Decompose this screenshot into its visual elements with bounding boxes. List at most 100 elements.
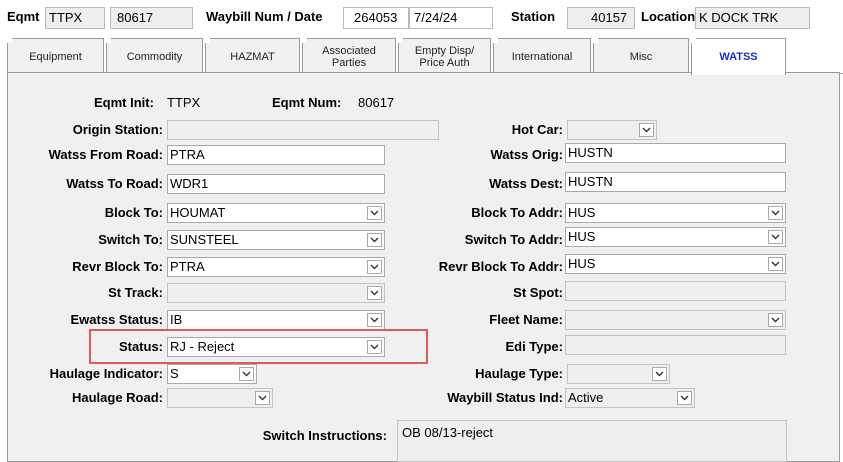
chevron-down-icon[interactable] — [639, 123, 654, 137]
fleet-name-select[interactable] — [565, 310, 786, 330]
waybill-status-ind-select[interactable]: Active — [565, 388, 695, 408]
edi-type-field[interactable] — [565, 335, 786, 355]
eqmt-label: Eqmt — [7, 9, 40, 24]
revr-block-to-addr-value: HUS — [568, 256, 596, 271]
watss-dest-label: Watss Dest: — [489, 176, 563, 191]
tab-empty-disp-price-auth[interactable]: Empty Disp/ Price Auth — [398, 38, 491, 74]
st-spot-label: St Spot: — [513, 285, 563, 300]
haulage-indicator-value: S — [170, 366, 179, 381]
tab-label: Equipment — [29, 50, 82, 63]
chevron-down-icon[interactable] — [367, 233, 382, 247]
tab-commodity[interactable]: Commodity — [106, 38, 203, 74]
block-to-addr-label: Block To Addr: — [471, 205, 563, 220]
block-to-label: Block To: — [104, 205, 163, 220]
tab-international[interactable]: International — [493, 38, 591, 74]
switch-to-select[interactable]: SUNSTEEL — [167, 230, 385, 250]
tab-label: Commodity — [126, 50, 183, 63]
tab-label: WATSS — [719, 51, 758, 63]
tab-label: Misc — [629, 50, 653, 63]
chevron-down-icon[interactable] — [367, 206, 382, 220]
waybill-label: Waybill Num / Date — [206, 9, 323, 24]
hot-car-label: Hot Car: — [511, 122, 563, 137]
chevron-down-icon[interactable] — [367, 340, 382, 354]
chevron-down-icon[interactable] — [652, 367, 667, 381]
tab-equipment[interactable]: Equipment — [7, 38, 104, 74]
revr-block-to-addr-select[interactable]: HUS — [565, 254, 786, 274]
tab-label-line2: Parties — [331, 56, 367, 69]
haulage-road-label: Haulage Road: — [71, 390, 163, 405]
hot-car-select[interactable] — [567, 120, 657, 140]
chevron-down-icon[interactable] — [768, 257, 783, 271]
fleet-name-label: Fleet Name: — [489, 312, 563, 327]
haulage-road-select[interactable] — [167, 388, 273, 408]
watss-to-road-field[interactable]: WDR1 — [167, 174, 385, 194]
tab-label-line2: Price Auth — [419, 56, 470, 69]
chevron-down-icon[interactable] — [677, 391, 692, 405]
status-label: Status: — [118, 339, 163, 354]
chevron-down-icon[interactable] — [239, 367, 254, 381]
waybill-status-ind-value: Active — [568, 390, 604, 405]
switch-to-label: Switch To: — [98, 232, 163, 247]
haulage-indicator-label: Haulage Indicator: — [49, 366, 163, 381]
eqmt-init-value: TTPX — [167, 95, 201, 110]
revr-block-to-label: Revr Block To: — [72, 259, 163, 274]
chevron-down-icon[interactable] — [768, 313, 783, 327]
switch-to-value: SUNSTEEL — [170, 232, 239, 247]
chevron-down-icon[interactable] — [255, 391, 270, 405]
tab-label: HAZMAT — [230, 50, 275, 63]
eqmt-init-header-field[interactable]: TTPX — [45, 7, 105, 29]
block-to-addr-select[interactable]: HUS — [565, 203, 786, 223]
tab-label-line1: Empty Disp/ — [414, 44, 475, 57]
eqmt-num-header-field[interactable]: 80617 — [110, 7, 193, 29]
tab-misc[interactable]: Misc — [593, 38, 689, 74]
watss-to-road-label: Watss To Road: — [66, 176, 163, 191]
station-label: Station — [511, 9, 556, 24]
switch-instructions-field[interactable]: OB 08/13-reject — [397, 420, 787, 462]
revr-block-to-addr-label: Revr Block To Addr: — [438, 259, 563, 274]
st-track-select[interactable] — [167, 283, 385, 303]
tab-label: International — [511, 50, 573, 63]
haulage-type-label: Haulage Type: — [475, 366, 563, 381]
eqmt-num-label: Eqmt Num: — [272, 95, 342, 110]
chevron-down-icon[interactable] — [367, 286, 382, 300]
waybill-date-field[interactable]: 7/24/24 — [409, 7, 493, 29]
location-label: Location — [641, 9, 696, 24]
revr-block-to-value: PTRA — [170, 259, 205, 274]
switch-to-addr-select[interactable]: HUS — [565, 227, 786, 247]
station-field[interactable]: 40157 — [567, 7, 635, 29]
watss-orig-label: Watss Orig: — [490, 147, 563, 162]
haulage-type-select[interactable] — [567, 364, 670, 384]
haulage-indicator-select[interactable]: S — [167, 364, 257, 384]
watss-from-road-field[interactable]: PTRA — [167, 145, 385, 165]
tab-hazmat[interactable]: HAZMAT — [205, 38, 300, 74]
tab-associated-parties[interactable]: Associated Parties — [302, 38, 396, 74]
location-field[interactable]: K DOCK TRK — [695, 7, 810, 29]
block-to-select[interactable]: HOUMAT — [167, 203, 385, 223]
status-value: RJ - Reject — [170, 339, 235, 354]
chevron-down-icon[interactable] — [768, 230, 783, 244]
origin-station-field[interactable] — [167, 120, 439, 140]
st-track-label: St Track: — [108, 285, 163, 300]
chevron-down-icon[interactable] — [367, 260, 382, 274]
block-to-addr-value: HUS — [568, 205, 596, 220]
block-to-value: HOUMAT — [170, 205, 226, 220]
watss-from-road-label: Watss From Road: — [48, 147, 163, 162]
origin-station-label: Origin Station: — [72, 122, 163, 137]
status-select[interactable]: RJ - Reject — [167, 337, 385, 357]
revr-block-to-select[interactable]: PTRA — [167, 257, 385, 277]
watss-orig-field[interactable]: HUSTN — [565, 143, 786, 163]
chevron-down-icon[interactable] — [768, 206, 783, 220]
tab-watss[interactable]: WATSS — [691, 38, 786, 75]
switch-to-addr-value: HUS — [568, 229, 596, 244]
waybill-num-field[interactable]: 264053 — [343, 7, 409, 29]
chevron-down-icon[interactable] — [367, 313, 382, 327]
eqmt-init-label: Eqmt Init: — [94, 95, 154, 110]
waybill-status-ind-label: Waybill Status Ind: — [447, 390, 563, 405]
watss-dest-field[interactable]: HUSTN — [565, 172, 786, 192]
switch-instructions-label: Switch Instructions: — [262, 428, 387, 443]
st-spot-field[interactable] — [565, 281, 786, 301]
ewatss-status-label: Ewatss Status: — [70, 312, 163, 327]
ewatss-status-select[interactable]: IB — [167, 310, 385, 330]
switch-to-addr-label: Switch To Addr: — [464, 232, 563, 247]
edi-type-label: Edi Type: — [505, 339, 563, 354]
